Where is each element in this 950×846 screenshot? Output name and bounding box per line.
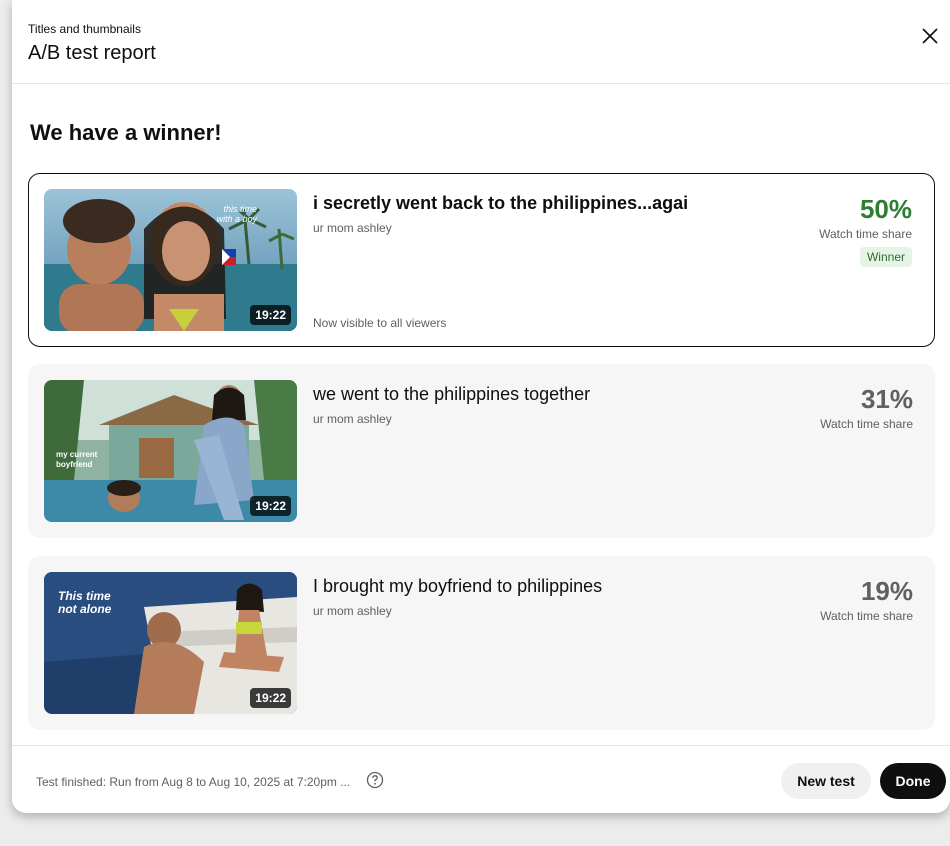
video-thumbnail[interactable]: This time not alone 19:22 <box>44 572 297 714</box>
done-button[interactable]: Done <box>880 763 946 799</box>
help-circle-icon <box>366 771 384 789</box>
watch-time-percent: 50% <box>859 194 912 224</box>
video-thumbnail[interactable]: this time with a boy 19:22 <box>44 189 297 331</box>
visibility-status: Now visible to all viewers <box>313 316 447 330</box>
watch-time-percent: 19% <box>860 576 913 606</box>
thumbnail-caption-line: not alone <box>58 602 112 616</box>
help-button[interactable] <box>366 771 384 789</box>
video-title: I brought my boyfriend to philippines <box>313 576 603 596</box>
ab-test-report-dialog: Titles and thumbnails A/B test report We… <box>12 0 950 813</box>
test-status: Test finished: Run from Aug 8 to Aug 10,… <box>36 775 351 789</box>
channel-name: ur mom ashley <box>313 221 392 235</box>
thumbnail-caption-line: with a boy <box>216 214 257 224</box>
close-button[interactable] <box>918 24 942 48</box>
watch-time-label: Watch time share <box>820 417 913 431</box>
dialog-footer: Test finished: Run from Aug 8 to Aug 10,… <box>12 745 950 813</box>
video-duration: 19:22 <box>250 688 291 708</box>
thumbnail-caption-line: my current <box>56 450 98 459</box>
watch-time-label: Watch time share <box>820 609 913 623</box>
video-title: i secretly went back to the philippines.… <box>313 193 689 213</box>
close-icon <box>922 28 938 44</box>
new-test-button[interactable]: New test <box>781 763 871 799</box>
video-duration: 19:22 <box>250 305 291 325</box>
variant-card: This time not alone 19:22 I brought my b… <box>28 556 935 730</box>
watch-time-label: Watch time share <box>819 227 912 241</box>
dialog-subtitle: Titles and thumbnails <box>28 22 141 36</box>
dialog-header: Titles and thumbnails A/B test report <box>12 0 950 84</box>
result-heading: We have a winner! <box>30 120 222 145</box>
channel-name: ur mom ashley <box>313 604 392 618</box>
video-thumbnail[interactable]: my current boyfriend 19:22 <box>44 380 297 522</box>
variant-card-winner: this time with a boy 19:22 i secretly we… <box>28 173 935 347</box>
variant-card: my current boyfriend 19:22 we went to th… <box>28 364 935 538</box>
channel-name: ur mom ashley <box>313 412 392 426</box>
thumbnail-caption-line: this time <box>223 204 257 214</box>
winner-badge: Winner <box>859 247 912 267</box>
dialog-title: A/B test report <box>28 42 156 64</box>
video-duration: 19:22 <box>250 496 291 516</box>
thumbnail-caption-line: boyfriend <box>56 460 93 469</box>
watch-time-percent: 31% <box>860 384 913 414</box>
video-title: we went to the philippines together <box>313 384 591 404</box>
